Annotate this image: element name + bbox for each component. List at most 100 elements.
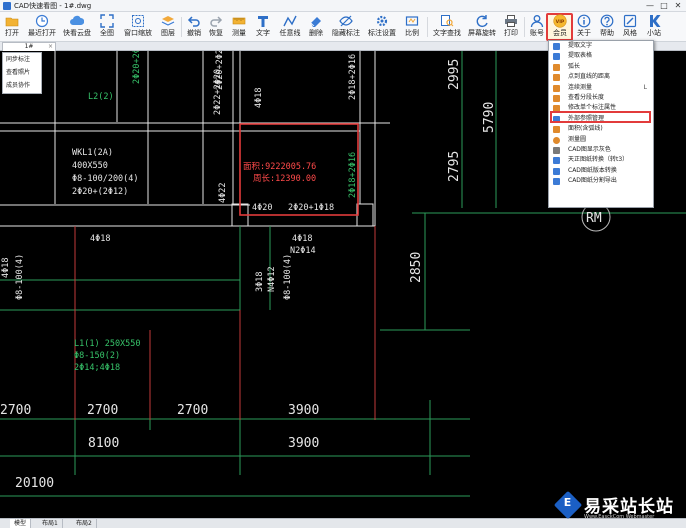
menu-item-extract-text[interactable]: 提取文字	[549, 41, 653, 51]
ruler-icon	[232, 17, 246, 25]
find-text-button[interactable]: 文字查找	[431, 13, 463, 41]
rebar-label: 4Φ20	[252, 203, 272, 213]
beam-size-label: 400X550	[72, 161, 108, 171]
tab-document-1[interactable]: 1# ×	[2, 42, 56, 51]
cloud-button[interactable]: 快看云盘	[62, 13, 92, 41]
measure-button[interactable]: 测量	[229, 13, 249, 41]
gray-display-icon	[553, 146, 560, 154]
recent-button[interactable]: 最近打开	[26, 13, 58, 41]
split-export-icon	[553, 178, 560, 186]
account-button[interactable]: 账号	[527, 13, 547, 41]
toolbar-separator	[427, 17, 428, 37]
column-box	[356, 203, 374, 227]
polyline-button[interactable]: 任意线	[276, 13, 304, 41]
tab-document-label: 1#	[24, 43, 34, 50]
palette-icon	[623, 14, 637, 28]
menu-item-continuous-measure[interactable]: 连续测量 L	[549, 83, 653, 93]
dimension-value: 2700	[177, 403, 208, 418]
menu-item-extract-table[interactable]: 提取表格	[549, 51, 653, 61]
dimension-value: 2995	[447, 59, 462, 90]
eye-hidden-icon	[339, 15, 353, 27]
app-icon	[3, 2, 11, 10]
rebar-label: 2Φ18+2Φ16	[348, 54, 358, 100]
stirrup-label: Φ8-100/200(4)	[72, 174, 139, 184]
side-item-sync-mark[interactable]: 同步标注	[3, 53, 41, 66]
dimension-value: 5790	[482, 102, 497, 133]
minimize-button[interactable]: —	[643, 0, 657, 12]
perimeter-readout: 周长:12390.00	[253, 173, 316, 184]
rebar-label: 2Φ20+1Φ18	[288, 203, 334, 213]
about-button[interactable]: 关于	[574, 13, 594, 41]
mark-settings-button[interactable]: 标注设置	[366, 13, 398, 41]
dimension-value: 2795	[447, 151, 462, 182]
dimension-value: 3900	[288, 436, 319, 451]
segment-icon	[553, 94, 560, 102]
tab-layout1[interactable]: 布局1	[38, 519, 63, 528]
tab-close-icon[interactable]: ×	[48, 43, 53, 51]
open-button[interactable]: 打开	[2, 13, 22, 41]
area-readout: 面积:9222005.76	[243, 161, 316, 172]
title-bar: CAD快速看图 - 1#.dwg — □ ✕	[0, 0, 686, 12]
text-button[interactable]: 文字	[253, 13, 273, 41]
text-icon	[258, 16, 268, 27]
side-item-view-photos[interactable]: 查看照片	[3, 66, 41, 79]
drawing-labels: 2Φ20+2Φ20 2Φ18+2Φ16 L2(2) 2Φ20+2Φ20 4Φ18…	[1, 51, 602, 373]
full-view-button[interactable]: 全图	[97, 13, 117, 41]
menu-shortcut: L	[643, 83, 647, 91]
tab-layout2[interactable]: 布局2	[72, 519, 97, 528]
side-item-collaboration[interactable]: 成员协作	[3, 79, 41, 92]
clock-icon	[35, 14, 49, 28]
mini-site-button[interactable]: 小站	[643, 13, 665, 41]
menu-item-area-arc[interactable]: 面积(含弧线)	[549, 124, 653, 134]
site-watermark: E 易采站长站 Www.EasckCom Webmaster	[553, 490, 686, 528]
screen-rotate-button[interactable]: 屏幕旋转	[466, 13, 498, 41]
stirrup-label: Φ8-100(4)	[283, 254, 293, 300]
undo-icon	[187, 16, 200, 27]
vip-dropdown-menu: 提取文字 提取表格 弧长 点到直线的距离 连续测量 L 查看分段长度 修改单个标注…	[548, 40, 654, 208]
tab-model[interactable]: 模型	[10, 519, 32, 528]
vip-button[interactable]: VIP 会员	[549, 13, 571, 41]
help-button[interactable]: 帮助	[597, 13, 617, 41]
close-button[interactable]: ✕	[671, 0, 685, 12]
menu-item-version-convert[interactable]: CAD图纸版本转换	[549, 166, 653, 176]
menu-item-gray-display[interactable]: CAD图显示灰色	[549, 145, 653, 155]
fullscreen-icon	[100, 14, 114, 28]
menu-item-point-line-distance[interactable]: 点到直线的距离	[549, 72, 653, 82]
maximize-button[interactable]: □	[657, 0, 671, 12]
rebar-label: 4Φ22	[218, 183, 228, 203]
beam-label: L2(2)	[88, 92, 114, 102]
window-title: CAD快速看图 - 1#.dwg	[14, 2, 92, 10]
menu-highlight-box	[550, 111, 651, 123]
dimension-value: 2700	[87, 403, 118, 418]
red-grid-lines	[74, 226, 376, 420]
menu-item-segment-length[interactable]: 查看分段长度	[549, 93, 653, 103]
zoom-window-button[interactable]: 窗口缩放	[122, 13, 154, 41]
style-button[interactable]: 风格	[620, 13, 640, 41]
printer-icon	[505, 15, 517, 27]
redo-button[interactable]: 恢复	[206, 13, 226, 41]
version-icon	[553, 167, 560, 175]
side-panel: 同步标注 查看照片 成员协作	[2, 52, 42, 94]
find-text-icon	[441, 15, 454, 27]
menu-item-arc-length[interactable]: 弧长	[549, 62, 653, 72]
rebar-label: 4Φ18	[254, 88, 264, 108]
layers-button[interactable]: 图层	[158, 13, 178, 41]
menu-item-split-export[interactable]: CAD图纸分割导出	[549, 176, 653, 186]
dimension-value: 2850	[409, 252, 424, 283]
hide-mark-button[interactable]: 隐藏标注	[330, 13, 362, 41]
k-logo-icon	[650, 15, 661, 27]
undo-button[interactable]: 撤销	[184, 13, 204, 41]
dimension-value: 2700	[0, 403, 31, 418]
text-extract-icon	[553, 43, 560, 50]
erase-button[interactable]: 删除	[306, 13, 326, 41]
scale-button[interactable]: 比例	[402, 13, 422, 41]
rebar-label: 4Φ18	[90, 234, 110, 244]
rebar-label: 2Φ18+2Φ16	[348, 152, 358, 198]
menu-item-tangent-convert[interactable]: 天正图纸转换（转t3）	[549, 155, 653, 165]
watermark-logo: E	[553, 490, 583, 520]
menu-item-measure-circle[interactable]: 测量圆	[549, 135, 653, 145]
vip-badge-icon: VIP	[553, 14, 567, 28]
print-button[interactable]: 打印	[501, 13, 521, 41]
rebar-label: 2Φ20+2Φ20	[132, 51, 142, 84]
beam-label: WKL1(2A)	[72, 148, 113, 158]
